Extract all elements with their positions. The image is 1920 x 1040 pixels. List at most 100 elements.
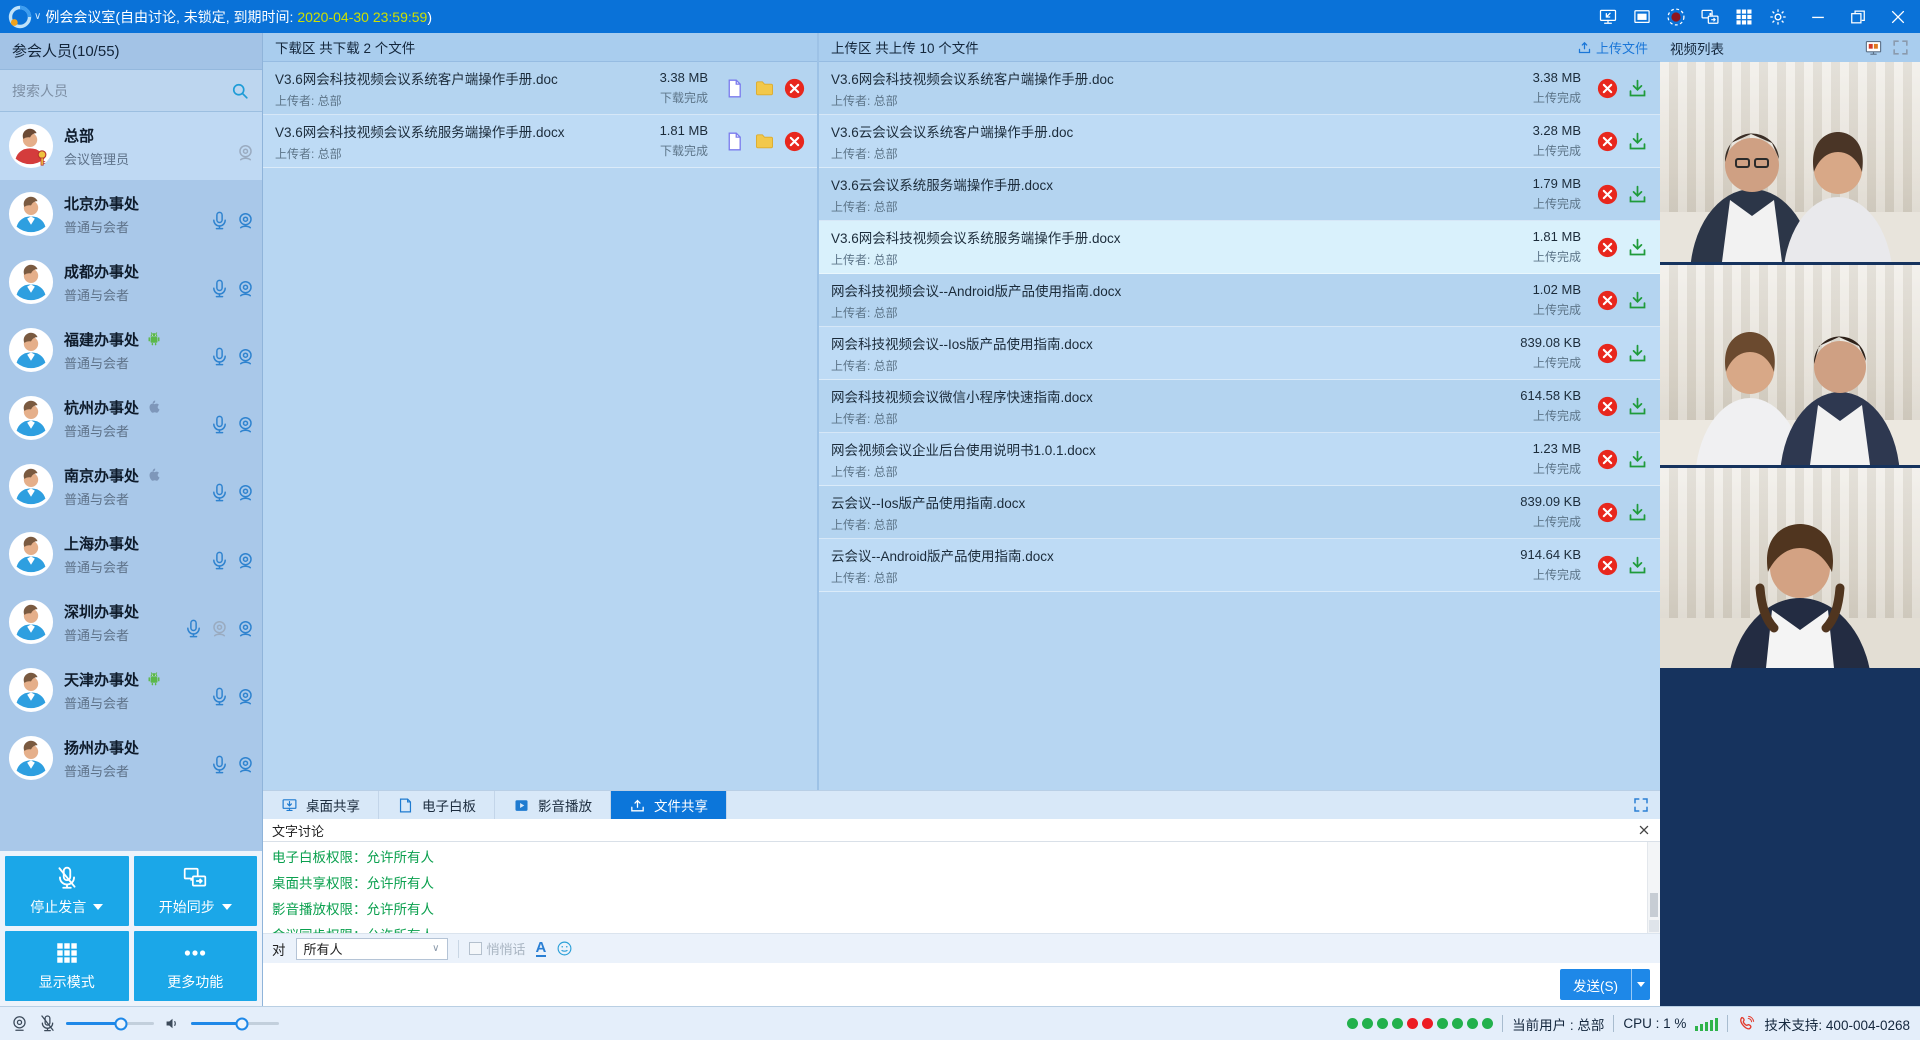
camera-icon[interactable] [235, 618, 256, 639]
webcam-status-icon[interactable] [10, 1014, 29, 1033]
download-icon[interactable] [1627, 131, 1648, 152]
delete-icon[interactable] [1597, 184, 1618, 205]
download-icon[interactable] [1627, 184, 1648, 205]
menu-caret-icon[interactable]: ∨ [34, 11, 41, 22]
participant-row[interactable]: 上海办事处 普通与会者 [0, 520, 262, 588]
video-thumbnail[interactable] [1660, 62, 1920, 262]
camera-icon[interactable] [235, 686, 256, 707]
delete-icon[interactable] [1597, 237, 1618, 258]
camera-grey-icon[interactable] [235, 142, 256, 163]
delete-icon[interactable] [1597, 449, 1618, 470]
participant-row[interactable]: 深圳办事处 普通与会者 [0, 588, 262, 656]
search-icon[interactable] [230, 81, 250, 101]
upload-file-row[interactable]: 网会科技视频会议--Ios版产品使用指南.docx 上传者: 总部 839.08… [819, 327, 1660, 380]
settings-icon[interactable] [1768, 7, 1788, 27]
chat-input-area[interactable]: 发送(S) [263, 963, 1660, 1006]
send-dropdown[interactable] [1631, 969, 1650, 1000]
speaker-icon[interactable] [163, 1014, 182, 1033]
download-icon[interactable] [1627, 290, 1648, 311]
video-thumbnail[interactable] [1660, 265, 1920, 465]
speaker-volume-slider[interactable] [191, 1022, 279, 1025]
scrollbar-thumb[interactable] [1650, 893, 1658, 917]
dropdown-caret-icon[interactable] [222, 904, 232, 910]
display-mode-button[interactable]: 显示模式 [5, 931, 129, 1001]
delete-icon[interactable] [784, 131, 805, 152]
participant-row[interactable]: 福建办事处 普通与会者 [0, 316, 262, 384]
camera-icon[interactable] [235, 482, 256, 503]
download-icon[interactable] [1627, 449, 1648, 470]
emoji-icon[interactable] [556, 940, 573, 957]
tab-desktop-share[interactable]: 桌面共享 [263, 791, 379, 819]
delete-icon[interactable] [1597, 78, 1618, 99]
participant-row[interactable]: 南京办事处 普通与会者 [0, 452, 262, 520]
whisper-checkbox[interactable] [469, 942, 482, 955]
font-button[interactable]: A [536, 940, 547, 957]
mic-icon[interactable] [209, 550, 230, 571]
dropdown-caret-icon[interactable] [93, 904, 103, 910]
upload-file-row[interactable]: 网会视频会议企业后台使用说明书1.0.1.docx 上传者: 总部 1.23 M… [819, 433, 1660, 486]
camera-icon[interactable] [235, 754, 256, 775]
open-folder-icon[interactable] [754, 131, 775, 152]
maximize-icon[interactable] [1848, 7, 1868, 27]
minimize-icon[interactable] [1808, 7, 1828, 27]
download-icon[interactable] [1627, 502, 1648, 523]
mic-icon[interactable] [183, 618, 204, 639]
video-expand-icon[interactable] [1891, 38, 1910, 57]
fullscreen-icon[interactable] [1632, 7, 1652, 27]
delete-icon[interactable] [1597, 555, 1618, 576]
chat-scrollbar[interactable] [1647, 842, 1660, 933]
video-thumbnail[interactable] [1660, 468, 1920, 668]
video-layout-icon[interactable] [1864, 38, 1883, 57]
download-icon[interactable] [1627, 555, 1648, 576]
delete-icon[interactable] [1597, 396, 1618, 417]
mic-icon[interactable] [209, 346, 230, 367]
search-input[interactable] [12, 83, 230, 99]
upload-file-row[interactable]: 网会科技视频会议微信小程序快速指南.docx 上传者: 总部 614.58 KB… [819, 380, 1660, 433]
stop-speaking-button[interactable]: 停止发言 [5, 856, 129, 926]
delete-icon[interactable] [1597, 131, 1618, 152]
sync-screens-icon[interactable] [1700, 7, 1720, 27]
mic-icon[interactable] [209, 482, 230, 503]
participant-row[interactable]: 成都办事处 普通与会者 [0, 248, 262, 316]
download-file-row[interactable]: V3.6网会科技视频会议系统服务端操作手册.docx 上传者: 总部 1.81 … [263, 115, 817, 168]
scroll-down-button[interactable] [1649, 920, 1659, 932]
participant-row[interactable]: 总部 会议管理员 [0, 112, 262, 180]
tab-whiteboard[interactable]: 电子白板 [379, 791, 495, 819]
grid-icon[interactable] [1734, 7, 1754, 27]
download-icon[interactable] [1627, 237, 1648, 258]
upload-file-row[interactable]: 云会议--Android版产品使用指南.docx 上传者: 总部 914.64 … [819, 539, 1660, 592]
expand-icon[interactable] [1632, 796, 1650, 814]
upload-file-row[interactable]: V3.6网会科技视频会议系统客户端操作手册.doc 上传者: 总部 3.38 M… [819, 62, 1660, 115]
screen-share-icon[interactable] [1598, 7, 1618, 27]
camera-icon[interactable] [235, 210, 256, 231]
tab-file-share[interactable]: 文件共享 [611, 791, 727, 819]
upload-file-row[interactable]: 网会科技视频会议--Android版产品使用指南.docx 上传者: 总部 1.… [819, 274, 1660, 327]
recipient-select[interactable]: 所有人 ∨ [296, 938, 448, 960]
start-sync-button[interactable]: 开始同步 [134, 856, 258, 926]
tab-media-play[interactable]: 影音播放 [495, 791, 611, 819]
camera-grey-icon[interactable] [209, 618, 230, 639]
more-functions-button[interactable]: 更多功能 [134, 931, 258, 1001]
mic-icon[interactable] [209, 414, 230, 435]
download-icon[interactable] [1627, 78, 1648, 99]
mic-icon[interactable] [209, 754, 230, 775]
close-icon[interactable] [1888, 7, 1908, 27]
camera-icon[interactable] [235, 414, 256, 435]
mic-volume-slider[interactable] [66, 1022, 154, 1025]
delete-icon[interactable] [1597, 343, 1618, 364]
document-icon[interactable] [724, 131, 745, 152]
delete-icon[interactable] [1597, 290, 1618, 311]
participant-row[interactable]: 北京办事处 普通与会者 [0, 180, 262, 248]
upload-file-row[interactable]: 云会议--Ios版产品使用指南.docx 上传者: 总部 839.09 KB 上… [819, 486, 1660, 539]
app-logo-icon[interactable] [8, 5, 32, 29]
record-icon[interactable] [1666, 7, 1686, 27]
participant-row[interactable]: 杭州办事处 普通与会者 [0, 384, 262, 452]
open-folder-icon[interactable] [754, 78, 775, 99]
mic-icon[interactable] [209, 210, 230, 231]
participant-row[interactable]: 天津办事处 普通与会者 [0, 656, 262, 724]
upload-file-button[interactable]: 上传文件 [1577, 38, 1648, 57]
upload-file-row[interactable]: V3.6云会议系统服务端操作手册.docx 上传者: 总部 1.79 MB 上传… [819, 168, 1660, 221]
camera-icon[interactable] [235, 346, 256, 367]
delete-icon[interactable] [1597, 502, 1618, 523]
delete-icon[interactable] [784, 78, 805, 99]
